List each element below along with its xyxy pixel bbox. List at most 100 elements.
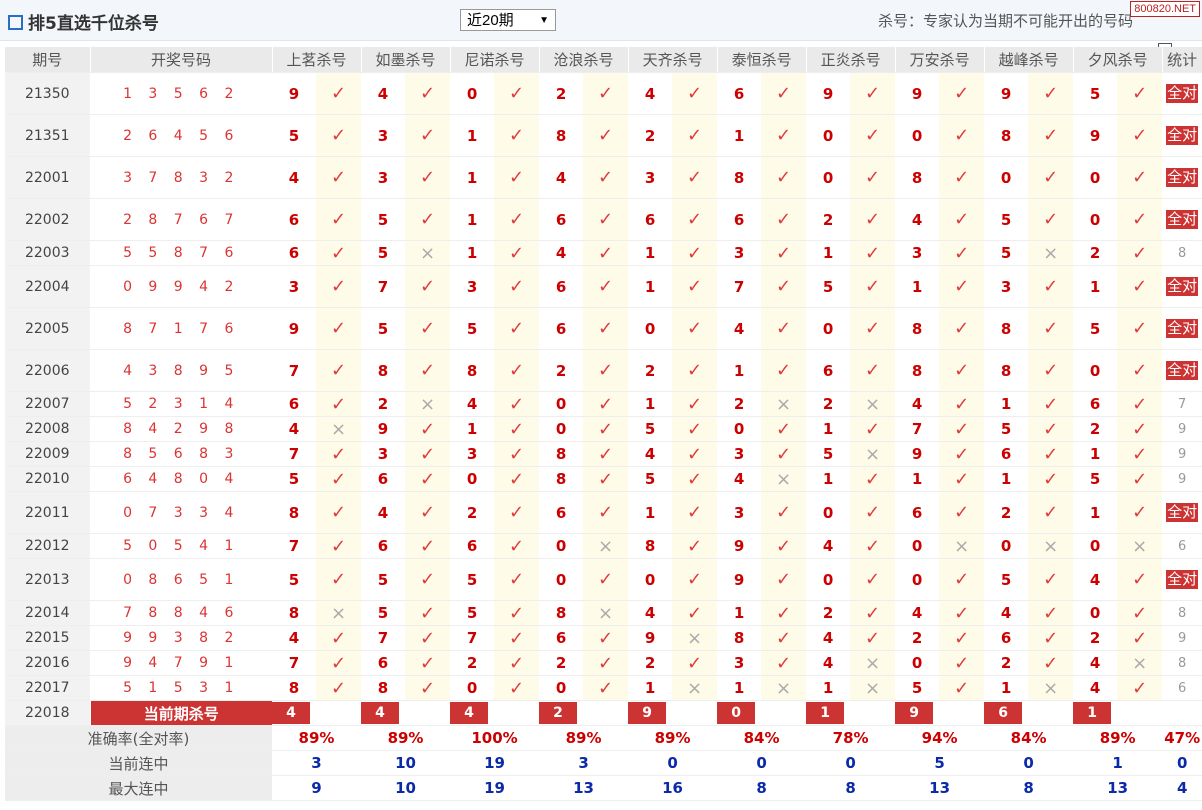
kill-number-cell: 2: [539, 349, 584, 392]
check-icon: ✓: [672, 416, 718, 442]
check-mark: ✓: [865, 569, 881, 590]
stat-cell: 全对: [1162, 307, 1202, 350]
check-icon: ✓: [494, 114, 540, 157]
draw-number-cell: 0 8 6 5 1: [90, 558, 272, 601]
check-icon: ✓: [494, 349, 540, 392]
check-mark: ✓: [508, 569, 525, 590]
summary-value: 13: [895, 775, 985, 801]
cross-icon: ×: [583, 533, 629, 559]
check-mark: ✓: [865, 627, 881, 649]
check-icon: ✓: [494, 156, 540, 199]
summary-value: 89%: [361, 725, 451, 751]
check-icon: ✓: [405, 114, 451, 157]
check-icon: ✓: [1028, 600, 1074, 626]
check-icon: ✓: [405, 491, 451, 534]
kill-number-cell: 2: [895, 625, 940, 651]
period-select[interactable]: 近20期 ▼: [460, 9, 556, 31]
cross-mark: ×: [776, 468, 792, 490]
cross-mark: ×: [1043, 242, 1059, 264]
stat-cell: 6: [1162, 533, 1202, 559]
check-icon: ✓: [1028, 558, 1074, 601]
kill-number-cell: 1: [717, 349, 762, 392]
check-icon: ✓: [583, 156, 629, 199]
issue-cell: 22012: [5, 533, 91, 559]
kill-number-cell: 0: [984, 533, 1029, 559]
check-mark: ✓: [419, 569, 436, 590]
check-icon: ✓: [494, 416, 540, 442]
check-mark: ✓: [508, 242, 525, 264]
check-mark: ✓: [419, 209, 436, 230]
check-mark: ✓: [419, 83, 436, 104]
check-mark: ✓: [776, 535, 792, 557]
stat-cell: 8: [1162, 650, 1202, 676]
issue-cell: 22017: [5, 675, 91, 701]
check-mark: ✓: [865, 468, 881, 490]
kill-number-cell: 8: [361, 675, 406, 701]
kill-number-cell: 1: [628, 240, 673, 266]
check-icon: ✓: [672, 533, 718, 559]
check-mark: ✓: [598, 569, 614, 590]
check-icon: ✓: [1117, 558, 1163, 601]
check-mark: ✓: [330, 318, 347, 339]
issue-cell: 22015: [5, 625, 91, 651]
kill-number-cell: 0: [539, 558, 584, 601]
col-header-expert: 如墨杀号: [361, 47, 451, 73]
kill-number-cell: 0: [1073, 600, 1118, 626]
kill-number-cell: 8: [361, 349, 406, 392]
current-kill-cell: 4: [361, 700, 451, 726]
stat-cell: 7: [1162, 391, 1202, 417]
stat-cell: 全对: [1162, 349, 1202, 392]
brand-logo[interactable]: 800820.NET: [1130, 1, 1200, 17]
cross-mark: ×: [1132, 535, 1148, 557]
check-mark: ✓: [1132, 443, 1148, 465]
kill-number-cell: 4: [1073, 650, 1118, 676]
check-mark: ✓: [776, 569, 792, 590]
check-mark: ✓: [330, 443, 347, 465]
check-mark: ✓: [865, 318, 881, 339]
check-icon: ✓: [672, 349, 718, 392]
kill-number-cell: 1: [1073, 265, 1118, 308]
stat-cell: 9: [1162, 466, 1202, 492]
kill-number-cell: 8: [895, 307, 940, 350]
check-icon: ✓: [672, 265, 718, 308]
check-mark: ✓: [330, 535, 347, 557]
kill-number-cell: 0: [450, 72, 495, 115]
check-mark: ✓: [954, 677, 970, 699]
check-icon: ✓: [1117, 72, 1163, 115]
kill-number-cell: 8: [450, 349, 495, 392]
check-mark: ✓: [776, 652, 792, 674]
kill-number-cell: 9: [895, 72, 940, 115]
check-icon: ✓: [850, 156, 896, 199]
check-mark: ✓: [954, 167, 970, 188]
check-icon: ✓: [405, 675, 451, 701]
cross-mark: ×: [419, 242, 436, 264]
check-mark: ✓: [954, 569, 970, 590]
kill-number-cell: 1: [628, 391, 673, 417]
check-mark: ✓: [1132, 468, 1148, 490]
check-mark: ✓: [1043, 468, 1059, 490]
check-icon: ✓: [1028, 650, 1074, 676]
check-mark: ✓: [419, 677, 436, 699]
cross-mark: ×: [865, 652, 881, 674]
kill-number-cell: 2: [539, 650, 584, 676]
kill-number-cell: 0: [984, 156, 1029, 199]
check-mark: ✓: [865, 242, 881, 264]
kill-number-cell: 1: [450, 156, 495, 199]
check-mark: ✓: [1132, 627, 1148, 649]
summary-value: 19: [450, 750, 540, 776]
check-mark: ✓: [1043, 209, 1059, 230]
check-icon: ✓: [583, 307, 629, 350]
check-mark: ✓: [687, 652, 703, 674]
cross-mark: ×: [1043, 535, 1059, 557]
check-mark: ✓: [598, 167, 614, 188]
kill-number-cell: 1: [1073, 491, 1118, 534]
summary-value: 89%: [272, 725, 362, 751]
kill-number-cell: 3: [361, 156, 406, 199]
check-icon: ✓: [850, 600, 896, 626]
summary-value: 10: [361, 750, 451, 776]
check-icon: ✓: [405, 441, 451, 467]
kill-number-cell: 7: [895, 416, 940, 442]
issue-cell: 22004: [5, 265, 91, 308]
check-icon: ✓: [761, 198, 807, 241]
check-icon: ✓: [1028, 349, 1074, 392]
